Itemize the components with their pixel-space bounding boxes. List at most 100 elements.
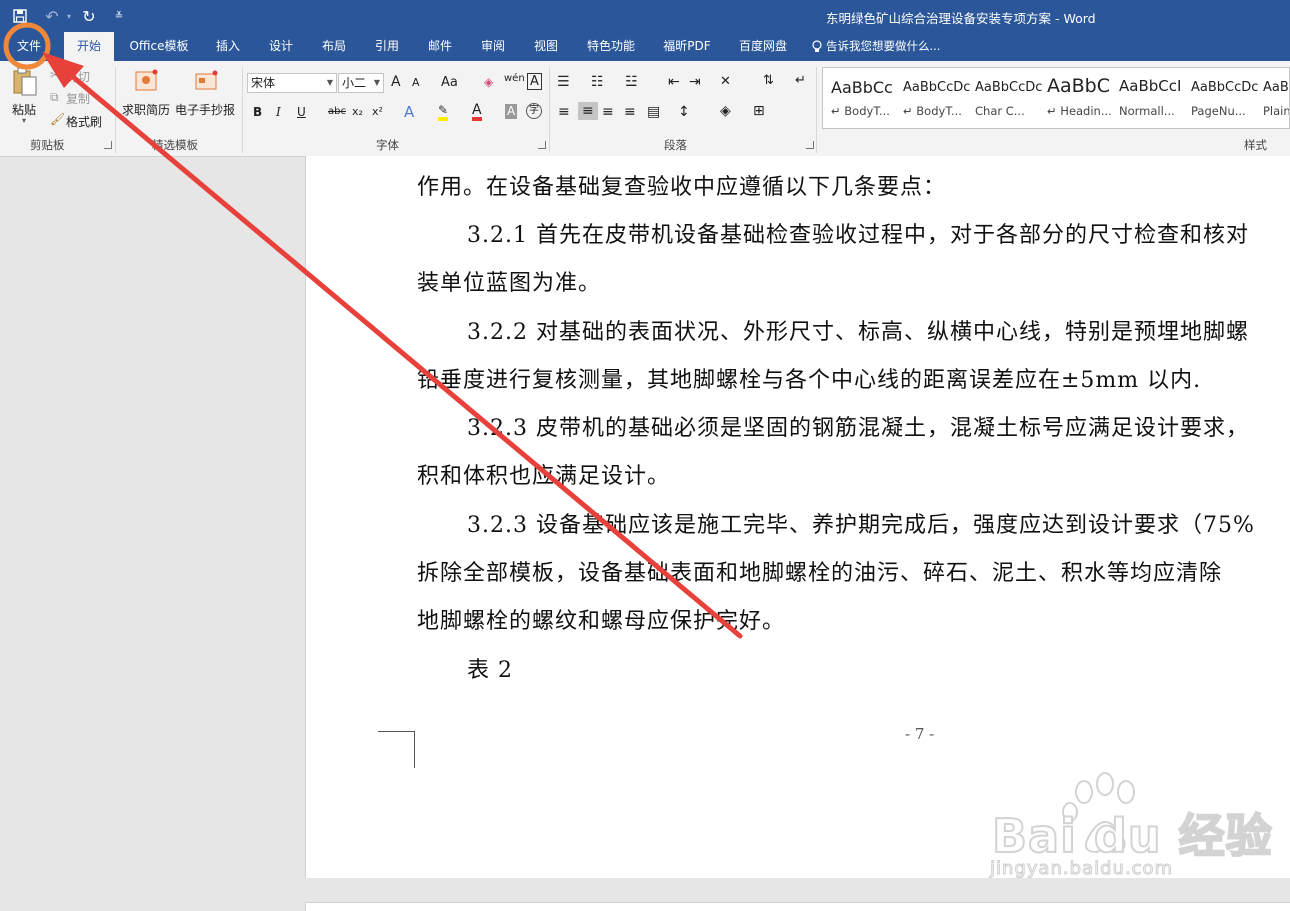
font-launcher-icon[interactable] [538, 141, 546, 149]
style-body-text-2[interactable]: AaBbCcDc ↵ BodyT... [897, 68, 971, 128]
style-char-c[interactable]: AaBbCcDc Char C... [969, 68, 1042, 128]
templates-group-label: 精选模板 [152, 138, 198, 152]
watermark-url: jingyan.baidu.com [989, 858, 1174, 880]
tab-layout[interactable]: 布局 [312, 32, 356, 61]
clipboard-launcher-icon[interactable] [104, 141, 112, 149]
style-plain[interactable]: AaBbCcDc Plain [1257, 68, 1289, 128]
line-spacing-icon[interactable]: ↕ [678, 104, 690, 120]
highlight-icon[interactable]: ✎ [438, 103, 449, 121]
align-left-icon[interactable]: ≡ [558, 104, 570, 120]
document-title: 东明绿色矿山综合治理设备安装专项方案 - Word [826, 11, 1096, 26]
newspaper-template-icon[interactable] [194, 69, 218, 93]
style-heading[interactable]: AaBbC ↵ Headin... [1041, 68, 1113, 128]
newspaper-template-button[interactable]: 电子手抄报 [175, 101, 235, 118]
decrease-indent-icon[interactable]: ⇤ [668, 74, 680, 90]
subscript-icon[interactable]: x₂ [352, 105, 363, 118]
style-name: PageNu... [1191, 104, 1246, 118]
paragraph-launcher-icon[interactable] [806, 141, 814, 149]
enclose-characters-icon[interactable]: 字 [526, 103, 542, 119]
paste-dropdown-icon[interactable]: ▾ [22, 116, 26, 125]
distributed-icon[interactable]: ▤ [647, 104, 660, 120]
document-line: 3.2.2 对基础的表面状况、外形尺寸、标高、纵横中心线，特别是预埋地脚螺 [467, 320, 1249, 345]
style-sample: AaBbCc [831, 78, 893, 97]
character-shading-icon[interactable]: A [505, 104, 518, 119]
shading-icon[interactable]: ◈ [720, 103, 731, 119]
style-name: Normall... [1119, 104, 1175, 118]
resume-template-button[interactable]: 求职简历 [122, 101, 170, 118]
tab-mailings[interactable]: 邮件 [418, 32, 462, 61]
tab-baidu-netdisk[interactable]: 百度网盘 [730, 32, 796, 61]
document-line: 3.2.3 皮带机的基础必须是坚固的钢筋混凝土，混凝土标号应满足设计要求， [467, 416, 1249, 441]
styles-gallery: AaBbCc ↵ BodyT... AaBbCcDc ↵ BodyT... Aa… [822, 67, 1290, 129]
style-normal[interactable]: AaBbCcI Normall... [1113, 68, 1185, 128]
tab-foxit-pdf[interactable]: 福昕PDF [654, 32, 720, 61]
copy-icon[interactable]: ⧉ [50, 90, 59, 105]
copy-button[interactable]: 复制 [66, 90, 90, 107]
cut-icon[interactable]: ✂ [50, 68, 60, 82]
underline-icon[interactable]: U [297, 105, 306, 119]
tab-special-features[interactable]: 特色功能 [578, 32, 644, 61]
text-effects-icon[interactable]: A [404, 103, 414, 121]
style-name: Char C... [975, 104, 1025, 118]
bullets-icon[interactable]: ☰ [557, 74, 570, 90]
tab-insert[interactable]: 插入 [206, 32, 250, 61]
increase-indent-icon[interactable]: ⇥ [689, 74, 701, 90]
font-color-icon[interactable]: A [472, 103, 482, 121]
style-sample: AaBbCcDc [1263, 80, 1289, 95]
customize-qat-icon[interactable]: ≚ [104, 0, 134, 32]
sort-icon[interactable]: ⇅ [763, 73, 774, 88]
document-line: 积和体积也应满足设计。 [417, 464, 671, 489]
document-line: 装单位蓝图为准。 [417, 271, 602, 296]
chinese-layout-icon[interactable]: ✕ [720, 74, 731, 89]
tab-home[interactable]: 开始 [64, 32, 114, 61]
style-page-number[interactable]: AaBbCcDc PageNu... [1185, 68, 1258, 128]
character-border-icon[interactable]: A [527, 73, 542, 90]
phonetic-guide-icon[interactable]: wén [504, 73, 525, 84]
bold-icon[interactable]: B [253, 105, 262, 119]
italic-icon[interactable]: I [276, 105, 281, 119]
justify-icon[interactable]: ≡ [624, 104, 636, 120]
style-sample: AaBbCcI [1119, 77, 1182, 95]
cut-button[interactable]: 剪切 [66, 68, 90, 85]
style-sample: AaBbCcDc [903, 80, 971, 95]
margin-crop-mark [378, 731, 415, 768]
show-marks-icon[interactable]: ↵ [795, 73, 806, 88]
styles-group-label: 样式 [1244, 138, 1267, 152]
page-number: - 7 - [905, 725, 935, 743]
tab-view[interactable]: 视图 [524, 32, 568, 61]
format-painter-icon[interactable]: 🖌 [50, 112, 65, 126]
tab-review[interactable]: 审阅 [471, 32, 515, 61]
style-name: Plain [1263, 104, 1289, 118]
align-center-icon[interactable]: ≡ [578, 102, 598, 120]
tab-design[interactable]: 设计 [259, 32, 303, 61]
borders-icon[interactable]: ⊞ [753, 103, 765, 119]
undo-dropdown-icon[interactable]: ▾ [64, 0, 74, 32]
tell-me-box[interactable]: 告诉我您想要做什么... [812, 32, 962, 61]
paste-icon[interactable] [10, 67, 40, 97]
superscript-icon[interactable]: x² [372, 105, 383, 118]
multilevel-list-icon[interactable]: ☳ [625, 74, 638, 90]
style-name: ↵ BodyT... [903, 104, 962, 118]
shrink-font-icon[interactable]: A [412, 76, 420, 89]
grow-font-icon[interactable]: A [391, 74, 401, 90]
resume-template-icon[interactable] [134, 69, 158, 93]
font-size-select[interactable]: 小二 ▼ [338, 73, 384, 93]
numbering-icon[interactable]: ☷ [591, 74, 604, 90]
undo-icon[interactable]: ↶ [40, 0, 64, 32]
paragraph-group-label: 段落 [664, 138, 687, 152]
save-icon[interactable] [0, 0, 40, 32]
font-name-select[interactable]: 宋体 ▼ [247, 73, 337, 93]
change-case-icon[interactable]: Aa [441, 75, 458, 90]
tab-office-templates[interactable]: Office模板 [122, 32, 196, 61]
align-right-icon[interactable]: ≡ [602, 104, 614, 120]
title-bar [0, 0, 1290, 32]
format-painter-button[interactable]: 格式刷 [66, 113, 102, 130]
redo-icon[interactable]: ↻ [74, 0, 104, 32]
style-name: ↵ BodyT... [831, 104, 890, 118]
tab-references[interactable]: 引用 [365, 32, 409, 61]
style-body-text-1[interactable]: AaBbCc ↵ BodyT... [825, 68, 897, 128]
document-line: 地脚螺栓的螺纹和螺母应保护完好。 [417, 609, 786, 634]
tab-file[interactable]: 文件 [4, 32, 54, 61]
clear-format-icon[interactable]: ◈ [484, 75, 493, 89]
strikethrough-icon[interactable]: abc [328, 106, 346, 117]
